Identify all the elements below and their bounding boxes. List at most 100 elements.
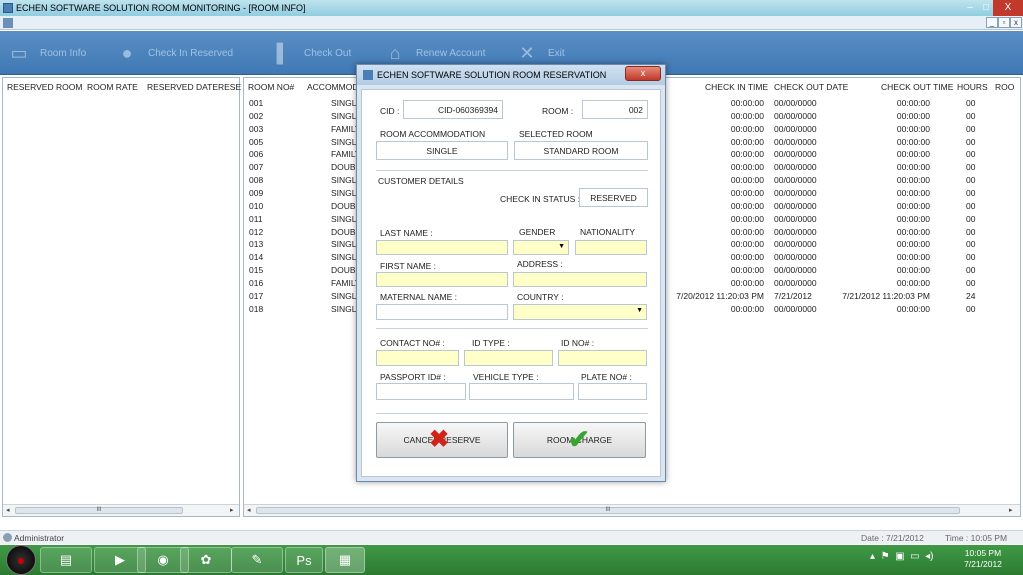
gender-select[interactable]: ▼ [513,240,569,255]
col-check-in-time[interactable]: CHECK IN TIME [705,82,768,92]
check-out-date-cell: 00/00/0000 [774,136,817,147]
reserved-rooms-grid[interactable]: RESERVED ROOM ROOM RATE RESERVED DATE RE… [2,77,241,517]
room-no-cell: 008 [249,175,264,186]
id-type-label: ID TYPE : [472,338,510,348]
check-out-time-cell: 00:00:00 [896,200,930,211]
dialog-app-icon [363,70,373,80]
room-no-cell: 018 [249,303,264,314]
notepad-taskbar-icon[interactable]: ✎ [231,547,283,573]
hours-cell: 24 [966,290,976,301]
country-select[interactable]: ▼ [513,304,647,320]
app-icon [3,3,13,13]
room-no-cell: 007 [249,162,264,173]
hours-cell: 00 [966,98,976,108]
scroll-left-icon[interactable]: ◂ [6,506,10,514]
room-charge-button[interactable]: ROOM CHARGE ✔ [513,422,646,458]
hours-cell: 00 [966,123,976,134]
check-out-time-cell: 00:00:00 [896,213,930,224]
col-reserved-date[interactable]: RESERVED DATE [147,82,218,92]
check-out-time-cell: 00:00:00 [896,277,930,288]
scroll-right-icon[interactable]: ▸ [230,506,234,514]
red-x-icon: ✖ [429,426,450,453]
green-check-icon: ✔ [568,424,590,454]
scroll-thumb[interactable]: III [256,507,960,514]
check-out-date-cell: 00/00/0000 [774,239,817,250]
status-time: Time : 10:05 PM [945,533,1008,543]
check-out-button[interactable]: ▌ Check Out [268,34,352,72]
col-hours[interactable]: HOURS [957,82,988,92]
check-in-time-cell: 00:00:00 [730,149,764,160]
check-in-reserved-button[interactable]: ● Check In Reserved [112,34,233,72]
scroll-right-icon[interactable]: ▸ [1009,506,1013,514]
selected-room-label: SELECTED ROOM [519,129,593,139]
check-out-date-cell: 00/00/0000 [774,252,817,263]
scroll-thumb[interactable]: III [15,507,183,514]
room-no-cell: 012 [249,226,264,237]
check-out-time-cell: 00:00:00 [896,303,930,314]
id-type-input[interactable] [464,350,553,366]
mdi-close-button[interactable]: x [1010,17,1022,28]
id-no-input[interactable] [558,350,647,366]
dialog-body: CID : CID-060369394 ROOM : 002 ROOM ACCO… [361,89,661,477]
system-tray[interactable]: ▴ ⚑ ▣ ▭ ◂) [870,551,933,562]
hours-cell: 00 [966,200,976,211]
check-out-time-cell: 00:00:00 [896,265,930,276]
vehicle-type-input[interactable] [469,383,574,400]
col-reserved-room[interactable]: RESERVED ROOM [7,82,82,92]
mdi-restore-button[interactable]: ▫ [998,17,1010,28]
chevron-down-icon: ▼ [636,307,643,314]
room-no-cell: 014 [249,252,264,263]
taskbar-clock[interactable]: 10:05 PM 7/21/2012 [960,548,1006,570]
right-horizontal-scrollbar[interactable]: ◂ III ▸ [244,504,1020,516]
nationality-label: NATIONALITY [580,227,636,237]
col-roo[interactable]: ROO [995,82,1014,92]
passport-id-input[interactable] [376,383,466,400]
clock-time: 10:05 PM [964,548,1002,558]
room-no-cell: 002 [249,110,264,121]
contact-no-input[interactable] [376,350,459,366]
dialog-close-button[interactable]: x [625,66,661,81]
left-horizontal-scrollbar[interactable]: ◂ III ▸ [3,504,239,516]
check-out-time-cell: 00:00:00 [896,123,930,134]
reservation-dialog: ECHEN SOFTWARE SOLUTION ROOM RESERVATION… [356,64,666,482]
check-out-time-cell: 00:00:00 [896,187,930,198]
plate-no-input[interactable] [578,383,647,400]
divider [376,328,648,329]
maternal-name-input[interactable] [376,304,508,320]
scroll-left-icon[interactable]: ◂ [247,506,251,514]
status-bar: Administrator Date : 7/21/2012 Time : 10… [0,530,1023,544]
last-name-input[interactable] [376,240,508,255]
check-out-date-cell: 00/00/0000 [774,123,817,134]
col-accommodation[interactable]: ACCOMMOD [307,82,358,92]
col-check-out-date[interactable]: CHECK OUT DATE [774,82,848,92]
col-check-out-time[interactable]: CHECK OUT TIME [881,82,953,92]
room-monitoring-taskbar-icon[interactable]: ▦ [325,547,365,573]
start-orb-icon[interactable]: ● [6,545,36,575]
check-in-time-cell: 00:00:00 [730,277,764,288]
explorer-taskbar-icon[interactable]: ▤ [40,547,92,573]
check-in-time-cell: 00:00:00 [730,252,764,263]
room-no-cell: 006 [249,149,264,160]
room-info-button[interactable]: ▭ Room Info [4,34,86,72]
check-out-time-cell: 00:00:00 [896,239,930,250]
room-no-cell: 009 [249,187,264,198]
app-taskbar-icon[interactable]: ✿ [180,547,232,573]
col-rese[interactable]: RESE [218,82,241,92]
photoshop-label: Ps [296,552,312,568]
check-out-time-cell: 00:00:00 [896,175,930,186]
check-in-time-cell: 00:00:00 [730,98,764,108]
hours-cell: 00 [966,226,976,237]
col-room-no[interactable]: ROOM NO# [248,82,294,92]
first-name-input[interactable] [376,272,508,287]
photoshop-taskbar-icon[interactable]: Ps [285,547,323,573]
window-close-button[interactable]: X [993,0,1023,16]
mdi-strip [0,16,1023,30]
cancel-reserve-button[interactable]: CANCEL RESERVE ✖ [376,422,508,458]
col-room-rate[interactable]: ROOM RATE [87,82,138,92]
check-in-time-cell: 00:00:00 [730,226,764,237]
mdi-minimize-button[interactable]: _ [986,17,998,28]
nationality-input[interactable] [575,240,647,255]
address-input[interactable] [513,272,647,287]
check-out-time-cell: 00:00:00 [896,162,930,173]
check-in-time-cell: 00:00:00 [730,162,764,173]
